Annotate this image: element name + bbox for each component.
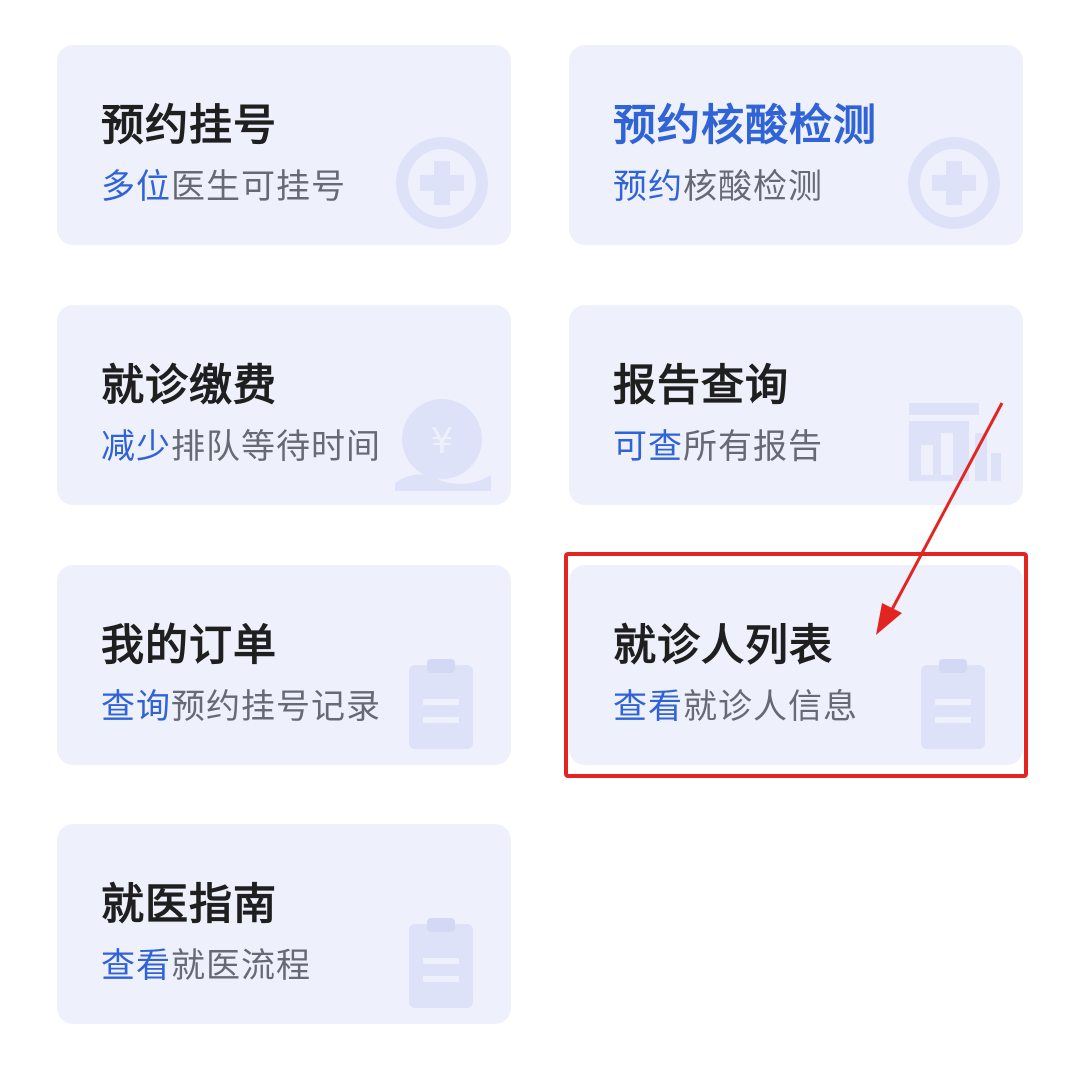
card-subtitle: 多位医生可挂号 <box>101 167 346 207</box>
card-subtitle: 预约核酸检测 <box>613 167 823 207</box>
card-appointment-registration[interactable]: 预约挂号 多位医生可挂号 <box>57 45 511 245</box>
card-medical-guide[interactable]: 就医指南 查看就医流程 <box>57 824 511 1024</box>
card-title: 预约挂号 <box>101 101 277 151</box>
svg-text:¥: ¥ <box>431 421 454 462</box>
yen-coin-icon: ¥ <box>395 399 491 491</box>
card-subtitle: 查看就医流程 <box>101 946 311 986</box>
card-nucleic-acid-test[interactable]: 预约核酸检测 预约核酸检测 <box>569 45 1023 245</box>
card-patient-list[interactable]: 就诊人列表 查看就诊人信息 <box>569 565 1023 765</box>
card-subtitle: 减少排队等待时间 <box>101 427 381 467</box>
clipboard-icon <box>921 659 985 749</box>
card-title: 预约核酸检测 <box>613 101 877 151</box>
card-title: 就医指南 <box>101 880 277 930</box>
medical-cross-icon <box>908 137 1000 229</box>
card-payment[interactable]: 就诊缴费 减少排队等待时间 ¥ <box>57 305 511 505</box>
card-title: 就诊缴费 <box>101 361 277 411</box>
card-subtitle: 查询预约挂号记录 <box>101 687 381 727</box>
clipboard-icon <box>409 659 473 749</box>
report-chart-icon <box>909 403 1001 481</box>
card-subtitle: 查看就诊人信息 <box>613 687 858 727</box>
card-title: 我的订单 <box>101 621 277 671</box>
medical-cross-icon <box>396 137 488 229</box>
clipboard-icon <box>409 918 473 1008</box>
card-title: 就诊人列表 <box>613 621 833 671</box>
card-report-query[interactable]: 报告查询 可查所有报告 <box>569 305 1023 505</box>
card-title: 报告查询 <box>613 361 789 411</box>
card-my-orders[interactable]: 我的订单 查询预约挂号记录 <box>57 565 511 765</box>
card-subtitle: 可查所有报告 <box>613 427 823 467</box>
